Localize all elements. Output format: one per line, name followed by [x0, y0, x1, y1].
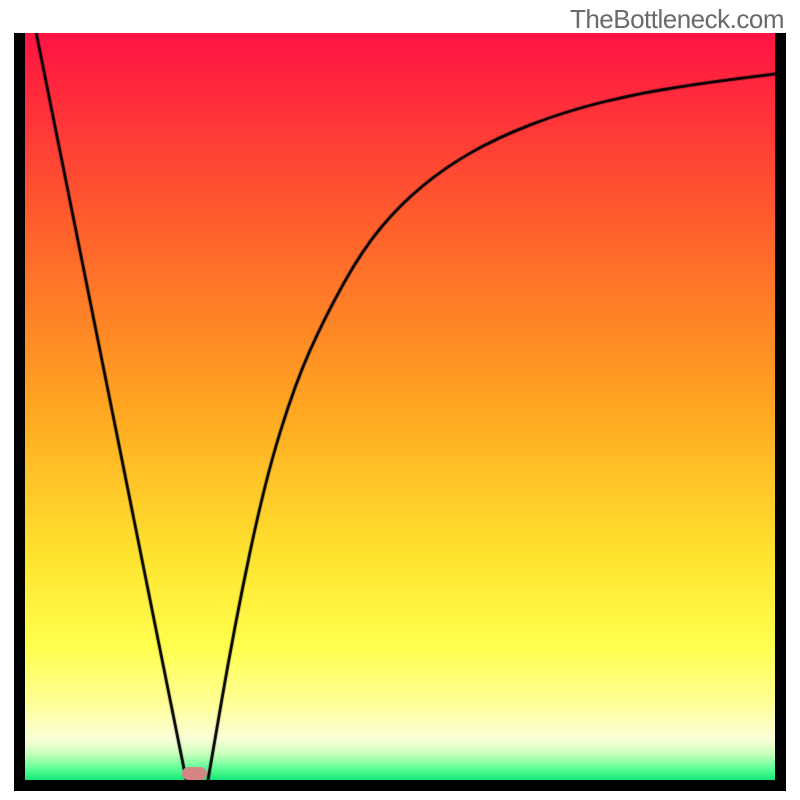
optimal-point-marker [182, 767, 208, 780]
chart-frame [14, 33, 786, 791]
chart-curve [25, 33, 775, 780]
watermark-text: TheBottleneck.com [570, 4, 784, 35]
